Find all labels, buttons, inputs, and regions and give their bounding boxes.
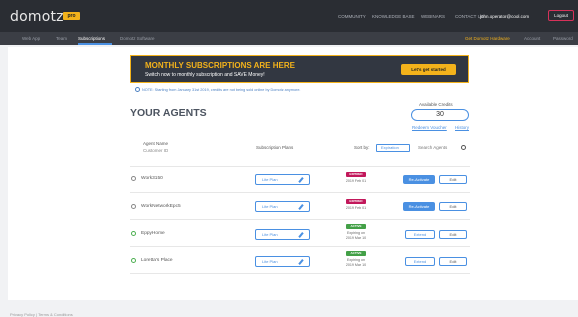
status-badge: ACTIVE (346, 224, 366, 229)
plan-select[interactable]: Lite Plan (255, 256, 310, 267)
active-tab-indicator (78, 43, 112, 45)
history-link[interactable]: History (455, 125, 469, 130)
pencil-icon[interactable] (298, 177, 304, 183)
divider (130, 246, 470, 247)
status-date: 2019 Feb 01 (345, 206, 367, 210)
nav-webinars[interactable]: WEBINARS (421, 14, 445, 19)
agent-name[interactable]: Loretta's Place (141, 258, 173, 263)
status-date: 2019 Mar 10 (345, 236, 367, 240)
logout-button[interactable]: Logout (548, 10, 574, 21)
pencil-icon[interactable] (298, 259, 304, 265)
subnav-domotz-software[interactable]: Domotz Software (120, 36, 155, 41)
subnav-team[interactable]: Team (56, 36, 67, 41)
plan-label: Lite Plan (262, 259, 278, 264)
status-badge: ACTIVE (346, 251, 366, 256)
status-date: 2019 Mar 10 (345, 263, 367, 267)
plan-select[interactable]: Lite Plan (255, 201, 310, 212)
credits-label: Available Credits (419, 102, 453, 107)
col-customer-id: Customer ID (143, 148, 169, 153)
pencil-icon[interactable] (298, 232, 304, 238)
extend-button[interactable]: Extend (405, 230, 435, 239)
status-badge: EXPIRED (346, 199, 366, 204)
credits-value: 30 (411, 109, 469, 121)
search-icon[interactable] (461, 145, 466, 150)
search-input[interactable]: Search Agents (418, 145, 447, 150)
subnav-subscriptions[interactable]: Subscriptions (78, 36, 105, 41)
plan-label: Lite Plan (262, 204, 278, 209)
banner-title: MONTHLY SUBSCRIPTIONS ARE HERE (145, 61, 295, 70)
col-agent-name: Agent Name (143, 141, 169, 146)
pencil-icon[interactable] (298, 204, 304, 210)
divider (130, 219, 470, 220)
redeem-voucher-link[interactable]: Redeem Voucher (412, 125, 447, 130)
status-badge: EXPIRED (346, 172, 366, 177)
divider (130, 273, 470, 274)
status-icon (131, 231, 136, 236)
reactivate-button[interactable]: Re-Activate (403, 175, 435, 184)
pro-badge: pro (63, 12, 80, 20)
nav-community[interactable]: COMMUNITY (338, 14, 366, 19)
info-icon (135, 87, 140, 92)
col-subscription-plans: Subscription Plans (256, 145, 294, 150)
subnav-web-app[interactable]: Web App (22, 36, 40, 41)
extend-button[interactable]: Extend (405, 257, 435, 266)
credits-note: NOTE: Starting from January 31st 2019, c… (142, 88, 301, 92)
edit-button[interactable]: Edit (439, 202, 467, 211)
sort-select[interactable]: Expiration (376, 144, 410, 152)
status-icon (131, 176, 136, 181)
agent-name[interactable]: EppyHome (141, 231, 165, 236)
footer-links[interactable]: Privacy Policy | Terms & Conditions (10, 312, 73, 317)
plan-label: Lite Plan (262, 177, 278, 182)
status-date: 2019 Feb 01 (345, 179, 367, 183)
banner-subtitle: Switch now to monthly subscription and S… (145, 72, 265, 78)
plan-select[interactable]: Lite Plan (255, 229, 310, 240)
subscription-banner: MONTHLY SUBSCRIPTIONS ARE HERE Switch no… (130, 55, 469, 83)
get-hardware-link[interactable]: Get Domotz Hardware (465, 36, 510, 41)
top-bar: domotz pro COMMUNITY KNOWLEDGE BASE WEBI… (0, 0, 578, 32)
plan-select[interactable]: Lite Plan (255, 174, 310, 185)
reactivate-button[interactable]: Re-Activate (403, 202, 435, 211)
status-icon (131, 258, 136, 263)
divider (130, 192, 470, 193)
status-icon (131, 204, 136, 209)
status-expiring: Expiring on (347, 258, 365, 262)
status-expiring: Expiring on (347, 231, 365, 235)
get-started-button[interactable]: Let's get started (401, 64, 456, 75)
subnav-account[interactable]: Account (524, 36, 540, 41)
edit-button[interactable]: Edit (439, 175, 467, 184)
page-title: YOUR AGENTS (130, 107, 207, 119)
sort-label: Sort by: (354, 145, 370, 150)
user-email[interactable]: john.operator@cool.com (480, 14, 529, 19)
plan-label: Lite Plan (262, 232, 278, 237)
nav-knowledge-base[interactable]: KNOWLEDGE BASE (372, 14, 415, 19)
agent-name[interactable]: WorkNetworkEpc5 (141, 204, 181, 209)
edit-button[interactable]: Edit (439, 230, 467, 239)
subnav-password[interactable]: Password (553, 36, 573, 41)
agent-name[interactable]: Work3150 (141, 176, 163, 181)
divider (130, 166, 470, 167)
edit-button[interactable]: Edit (439, 257, 467, 266)
domotz-logo[interactable]: domotz (10, 9, 64, 25)
